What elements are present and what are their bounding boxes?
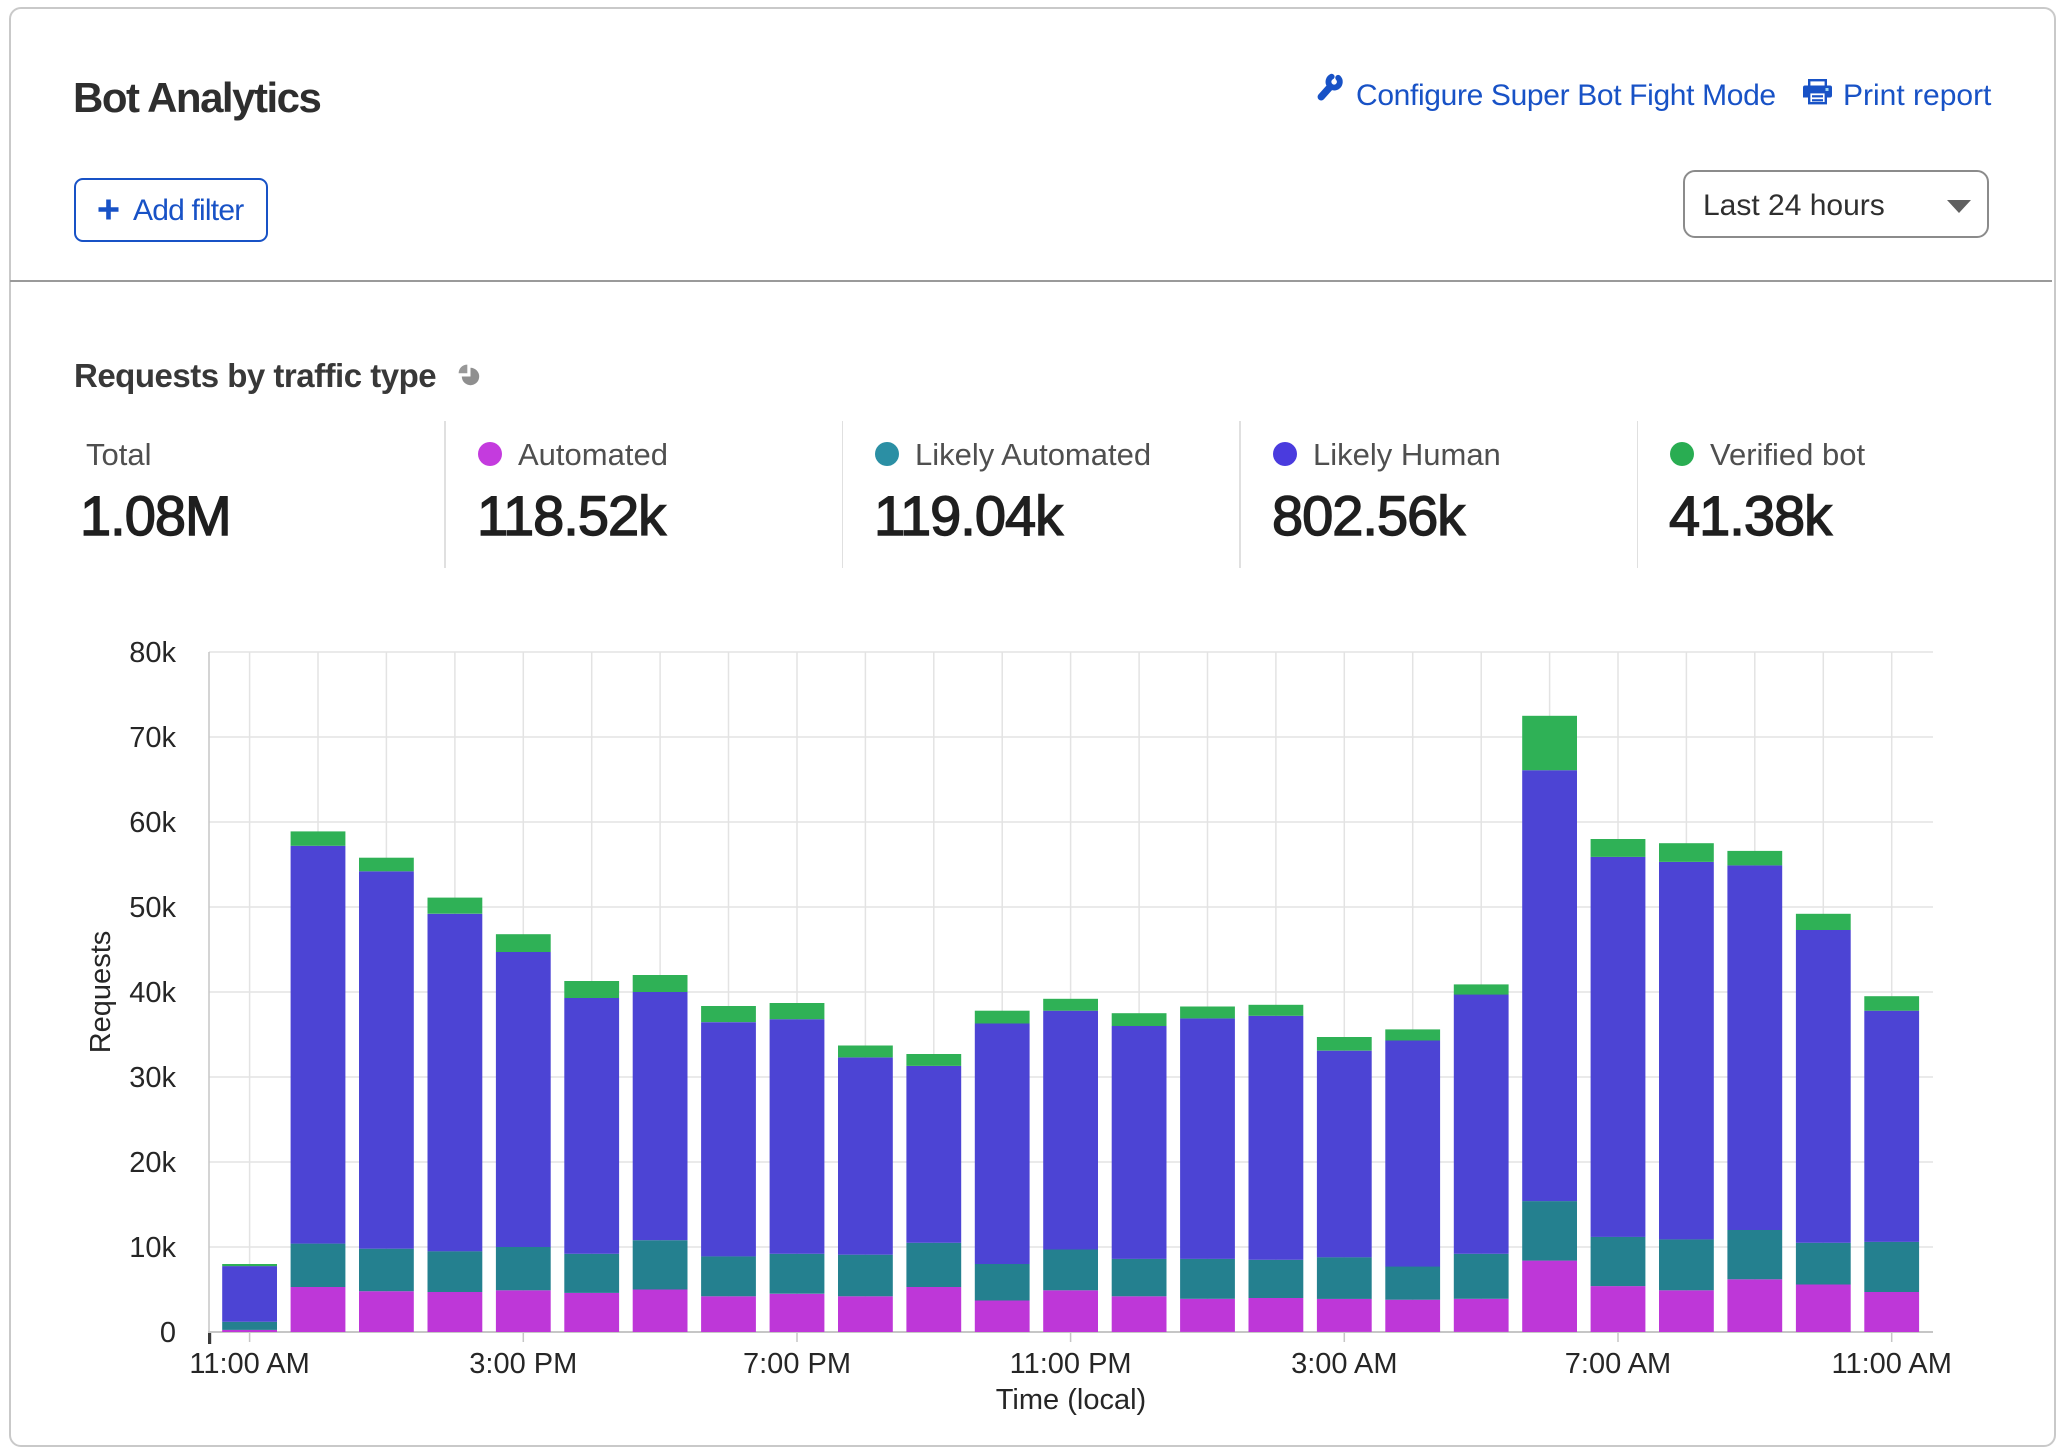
svg-text:0: 0 (160, 1317, 176, 1349)
svg-text:70k: 70k (129, 722, 176, 754)
svg-text:7:00 AM: 7:00 AM (1565, 1348, 1671, 1380)
svg-text:11:00 AM: 11:00 AM (189, 1348, 309, 1380)
svg-text:30k: 30k (129, 1062, 176, 1094)
svg-text:11:00 PM: 11:00 PM (1010, 1348, 1132, 1380)
svg-text:3:00 AM: 3:00 AM (1291, 1348, 1397, 1380)
svg-text:3:00 PM: 3:00 PM (469, 1348, 577, 1380)
svg-text:Requests: Requests (85, 931, 117, 1054)
svg-text:20k: 20k (129, 1147, 176, 1179)
svg-text:7:00 PM: 7:00 PM (743, 1348, 851, 1380)
svg-text:40k: 40k (129, 977, 176, 1009)
svg-text:60k: 60k (129, 807, 176, 839)
svg-text:10k: 10k (129, 1232, 176, 1264)
svg-text:Time (local): Time (local) (996, 1384, 1146, 1416)
svg-text:11:00 AM: 11:00 AM (1832, 1348, 1952, 1380)
svg-text:80k: 80k (129, 637, 176, 669)
svg-text:50k: 50k (129, 892, 176, 924)
